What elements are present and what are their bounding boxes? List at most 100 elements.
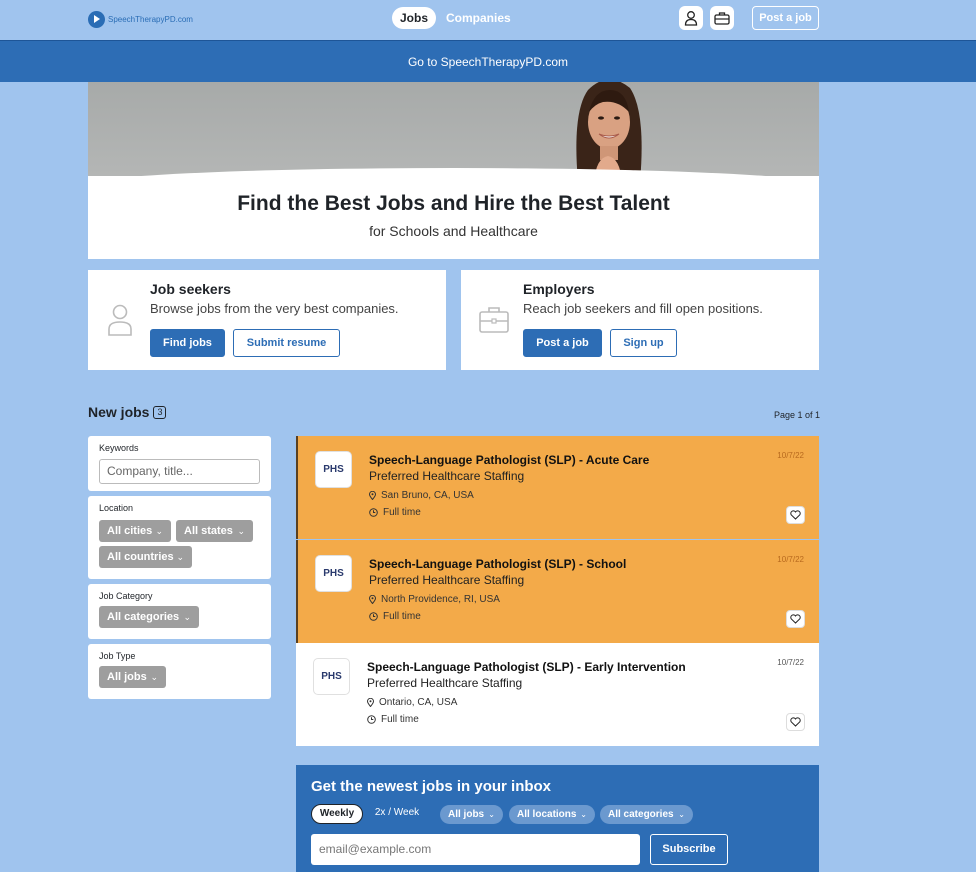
job-seekers-title: Job seekers — [150, 281, 231, 297]
job-location: San Bruno, CA, USA — [369, 490, 474, 501]
job-type-value: All jobs — [107, 671, 147, 683]
job-listing[interactable]: PHS Speech-Language Pathologist (SLP) - … — [296, 436, 819, 539]
job-location-text: North Providence, RI, USA — [381, 594, 500, 605]
chevron-down-icon: ⌄ — [155, 526, 163, 536]
keywords-filter: Keywords Company, title... — [88, 436, 271, 491]
countries-value: All countries — [107, 551, 174, 563]
chevron-down-icon: ⌄ — [678, 810, 685, 819]
save-job-button[interactable] — [786, 713, 805, 731]
job-listing[interactable]: PHS Speech-Language Pathologist (SLP) - … — [296, 540, 819, 643]
job-location-text: San Bruno, CA, USA — [381, 490, 474, 501]
job-company: Preferred Healthcare Staffing — [369, 469, 525, 483]
categories-value: All categories — [107, 611, 180, 623]
employers-card: Employers Reach job seekers and fill ope… — [461, 270, 819, 370]
chevron-down-icon: ⌄ — [150, 672, 158, 682]
cities-value: All cities — [107, 525, 153, 537]
save-job-button[interactable] — [786, 610, 805, 628]
go-to-site-banner[interactable]: Go to SpeechTherapyPD.com — [0, 40, 976, 82]
heart-icon — [790, 510, 801, 520]
employer-button[interactable] — [710, 6, 734, 30]
hero-woman-image — [576, 82, 642, 182]
job-location: Ontario, CA, USA — [367, 697, 457, 708]
keywords-label: Keywords — [99, 443, 139, 453]
company-logo: PHS — [315, 451, 352, 488]
site-logo[interactable]: SpeechTherapyPD.com — [88, 11, 193, 28]
subscribe-button[interactable]: Subscribe — [650, 834, 728, 865]
location-pin-icon — [369, 491, 376, 500]
subscribe-locations-value: All locations — [517, 809, 577, 820]
job-title[interactable]: Speech-Language Pathologist (SLP) - Acut… — [369, 453, 649, 467]
submit-resume-button[interactable]: Submit resume — [233, 329, 340, 357]
subscribe-locations-dropdown[interactable]: All locations ⌄ — [509, 805, 595, 824]
location-filter: Location All cities ⌄ All states ⌄ All cou… — [88, 496, 271, 579]
email-field[interactable]: email@example.com — [311, 834, 640, 865]
page-info: Page 1 of 1 — [774, 410, 821, 420]
subscribe-panel: Get the newest jobs in your inbox Weekly… — [296, 765, 819, 872]
logo-icon — [88, 11, 105, 28]
subscribe-jobs-value: All jobs — [448, 809, 485, 820]
job-type-filter: Job Type All jobs ⌄ — [88, 644, 271, 699]
post-job-nav-button[interactable]: Post a job — [752, 6, 819, 30]
keywords-input[interactable]: Company, title... — [99, 459, 260, 484]
find-jobs-button[interactable]: Find jobs — [150, 329, 225, 357]
job-count-badge: 3 — [153, 405, 167, 419]
category-filter: Job Category All categories ⌄ — [88, 584, 271, 639]
job-title[interactable]: Speech-Language Pathologist (SLP) - Earl… — [367, 660, 686, 674]
clock-icon — [369, 612, 378, 621]
categories-dropdown[interactable]: All categories ⌄ — [99, 606, 199, 628]
tab-jobs[interactable]: Jobs — [392, 7, 437, 29]
new-jobs-heading: New jobs 3 — [88, 404, 167, 420]
subscribe-jobs-dropdown[interactable]: All jobs ⌄ — [440, 805, 503, 824]
new-jobs-title: New jobs — [88, 404, 150, 420]
category-label: Job Category — [99, 591, 153, 601]
job-location-text: Ontario, CA, USA — [379, 697, 458, 708]
chevron-down-icon: ⌄ — [176, 552, 184, 562]
hero-photo — [88, 82, 819, 182]
tab-companies[interactable]: Companies — [438, 7, 519, 29]
frequency-weekly[interactable]: Weekly — [311, 804, 363, 824]
subscribe-categories-dropdown[interactable]: All categories ⌄ — [600, 805, 693, 824]
job-type: Full time — [369, 507, 421, 518]
states-value: All states — [184, 525, 233, 537]
hero-subtitle: for Schools and Healthcare — [369, 223, 538, 239]
save-job-button[interactable] — [786, 506, 805, 524]
job-type-text: Full time — [381, 714, 419, 725]
job-company: Preferred Healthcare Staffing — [369, 573, 525, 587]
location-pin-icon — [369, 595, 376, 604]
user-icon — [108, 304, 132, 336]
user-icon — [684, 11, 698, 26]
states-dropdown[interactable]: All states ⌄ — [176, 520, 253, 542]
sign-up-button[interactable]: Sign up — [610, 329, 677, 357]
heart-icon — [790, 717, 801, 727]
cities-dropdown[interactable]: All cities ⌄ — [99, 520, 171, 542]
frequency-twice-weekly[interactable]: 2x / Week — [369, 804, 425, 824]
job-listing[interactable]: PHS Speech-Language Pathologist (SLP) - … — [296, 643, 819, 746]
subscribe-title: Get the newest jobs in your inbox — [311, 778, 552, 795]
chevron-down-icon: ⌄ — [488, 810, 495, 819]
hero: Find the Best Jobs and Hire the Best Tal… — [88, 82, 819, 259]
job-date: 10/7/22 — [777, 451, 804, 460]
countries-dropdown[interactable]: All countries ⌄ — [99, 546, 192, 568]
job-company: Preferred Healthcare Staffing — [367, 676, 523, 690]
job-date: 10/7/22 — [777, 555, 804, 564]
company-logo-text: PHS — [323, 568, 344, 579]
post-job-button[interactable]: Post a job — [523, 329, 602, 357]
account-button[interactable] — [679, 6, 703, 30]
logo-text: SpeechTherapyPD.com — [108, 15, 193, 24]
chevron-down-icon: ⌄ — [580, 810, 587, 819]
job-location: North Providence, RI, USA — [369, 594, 500, 605]
company-logo-text: PHS — [321, 671, 342, 682]
location-label: Location — [99, 503, 134, 513]
company-logo-text: PHS — [323, 464, 344, 475]
job-title[interactable]: Speech-Language Pathologist (SLP) - Scho… — [369, 557, 626, 571]
job-type-dropdown[interactable]: All jobs ⌄ — [99, 666, 166, 688]
job-type-text: Full time — [383, 611, 421, 622]
chevron-down-icon: ⌄ — [237, 526, 245, 536]
company-logo: PHS — [315, 555, 352, 592]
job-seekers-desc: Browse jobs from the very best companies… — [150, 301, 399, 316]
clock-icon — [369, 508, 378, 517]
hero-title: Find the Best Jobs and Hire the Best Tal… — [237, 192, 670, 215]
job-type-text: Full time — [383, 507, 421, 518]
briefcase-icon — [714, 12, 730, 25]
chevron-down-icon: ⌄ — [183, 612, 191, 622]
